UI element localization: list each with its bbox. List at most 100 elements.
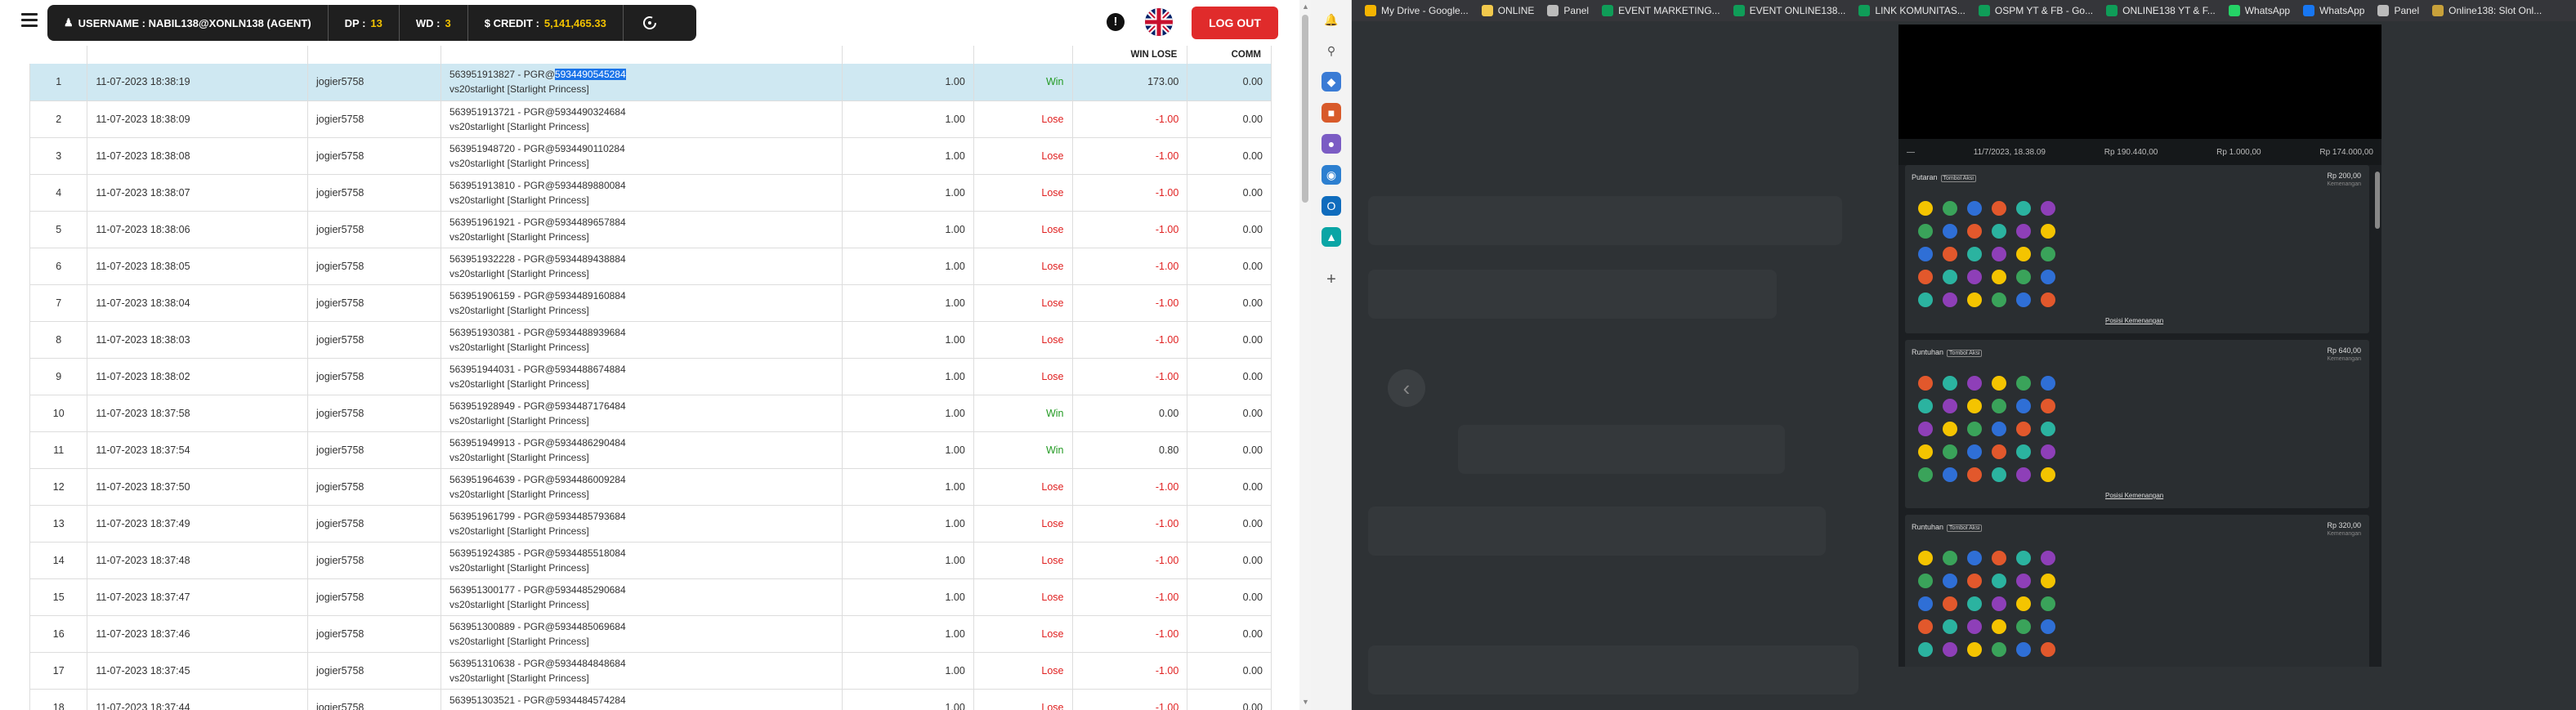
scroll-down-icon[interactable]: ▼	[1302, 698, 1309, 706]
table-row[interactable]: 1 11-07-2023 18:38:19 jogier5758 5639519138…	[29, 64, 1272, 101]
symbol-icon	[1967, 292, 1982, 307]
bell-icon[interactable]: 🔔	[1322, 10, 1341, 29]
bet-id-prefix: 563951906159 - PGR@	[449, 289, 555, 301]
table-row[interactable]: 10 11-07-2023 18:37:58 jogier5758 563951928…	[29, 395, 1272, 432]
table-row[interactable]: 15 11-07-2023 18:37:47 jogier5758 563951300…	[29, 578, 1272, 616]
people-icon[interactable]: ●	[1322, 134, 1341, 154]
win-position-link[interactable]: Posisi Kemenangan	[2105, 317, 2163, 324]
bookmark-item[interactable]: LINK KOMUNITAS...	[1858, 5, 1966, 16]
game-name: vs20starlight [Starlight Princess]	[449, 414, 589, 426]
info-icon[interactable]: !	[1107, 13, 1125, 31]
bookmark-item[interactable]: WhatsApp	[2303, 5, 2364, 16]
table-row[interactable]: 14 11-07-2023 18:37:48 jogier5758 563951924…	[29, 542, 1272, 579]
win-position-link[interactable]: Posisi Kemenangan	[2105, 492, 2163, 499]
commission: 0.00	[1187, 248, 1272, 285]
menu-icon[interactable]	[21, 13, 38, 27]
logout-button[interactable]: LOG OUT	[1192, 7, 1278, 39]
symbol-icon	[1992, 292, 2006, 307]
bookmark-item[interactable]: WhatsApp	[2228, 5, 2291, 16]
bet-id-tail[interactable]: 5934488939684	[555, 327, 626, 338]
bet-id-tail[interactable]: 5934486009284	[555, 474, 626, 485]
bet-id-tail[interactable]: 5934490324684	[555, 106, 626, 118]
symbol-icon	[1918, 574, 1933, 588]
bookmark-item[interactable]: ONLINE	[1481, 5, 1534, 16]
username-cell: jogier5758	[307, 248, 441, 285]
page-scrollbar[interactable]: ▲ ▼	[1299, 0, 1311, 710]
scroll-up-icon[interactable]: ▲	[1302, 2, 1309, 11]
commission: 0.00	[1187, 578, 1272, 616]
symbol-icon	[1967, 619, 1982, 634]
bookmark-item[interactable]: Panel	[1547, 5, 1589, 16]
table-row[interactable]: 12 11-07-2023 18:37:50 jogier5758 563951964…	[29, 468, 1272, 506]
bookmark-item[interactable]: ONLINE138 YT & F...	[2106, 5, 2216, 16]
bet-id-tail[interactable]: 5934489880084	[555, 180, 626, 191]
bet-id-tail[interactable]: 5934489160884	[555, 290, 626, 301]
table-row[interactable]: 17 11-07-2023 18:37:45 jogier5758 563951310…	[29, 652, 1272, 690]
bookmark-item[interactable]: EVENT ONLINE138...	[1733, 5, 1845, 16]
bet-id-tail[interactable]: 5934489438884	[555, 253, 626, 265]
bet-id-tail[interactable]: 5934488674884	[555, 364, 626, 375]
table-row[interactable]: 6 11-07-2023 18:38:05 jogier5758 5639519322…	[29, 248, 1272, 285]
table-row[interactable]: 7 11-07-2023 18:38:04 jogier5758 5639519061…	[29, 284, 1272, 322]
symbol-icon	[2016, 292, 2031, 307]
bookmark-item[interactable]: My Drive - Google...	[1365, 5, 1469, 16]
win-lose-amount: 0.80	[1072, 431, 1188, 469]
bookmark-item[interactable]: EVENT MARKETING...	[1602, 5, 1720, 16]
language-flag-icon[interactable]	[1145, 8, 1173, 36]
table-row[interactable]: 16 11-07-2023 18:37:46 jogier5758 563951300…	[29, 615, 1272, 653]
table-header-row: WIN LOSE COMM	[29, 46, 1272, 64]
chevron-left-icon[interactable]: ‹	[1388, 369, 1425, 407]
table-row[interactable]: 5 11-07-2023 18:38:06 jogier5758 5639519619…	[29, 211, 1272, 248]
win-lose-amount: -1.00	[1072, 248, 1188, 285]
bet-id-tail[interactable]: 5934485069684	[555, 621, 626, 632]
spin-card: Putaran Tombol Aksi Rp 200,00 Kemenangan Pos…	[1905, 165, 2369, 333]
bet-id-tail[interactable]: 5934484848684	[555, 658, 626, 669]
table-row[interactable]: 4 11-07-2023 18:38:07 jogier5758 5639519138…	[29, 174, 1272, 212]
game-name: vs20starlight [Starlight Princess]	[449, 672, 589, 684]
bet-id-tail[interactable]: 5934484574284	[555, 694, 626, 706]
col-user	[307, 46, 441, 64]
scrollbar-thumb[interactable]	[1302, 15, 1308, 203]
bet-id-tail[interactable]: 5934485793684	[555, 511, 626, 522]
bookmark-label: WhatsApp	[2244, 5, 2291, 16]
bet-amount: 1.00	[842, 542, 974, 579]
table-row[interactable]: 8 11-07-2023 18:38:03 jogier5758 5639519303…	[29, 321, 1272, 359]
table-row[interactable]: 3 11-07-2023 18:38:08 jogier5758 5639519487…	[29, 137, 1272, 175]
table-row[interactable]: 18 11-07-2023 18:37:44 jogier5758 563951303…	[29, 689, 1272, 710]
bet-id-tail[interactable]: 5934486290484	[555, 437, 626, 449]
action-tag[interactable]: Tombol Aksi	[1947, 525, 1983, 532]
shopping-icon[interactable]: ▲	[1322, 227, 1341, 247]
bet-result: Lose	[973, 652, 1073, 690]
outlook-icon[interactable]: O	[1322, 196, 1341, 216]
bookmark-item[interactable]: Online138: Slot Onl...	[2432, 5, 2542, 16]
office-icon[interactable]: ◉	[1322, 165, 1341, 185]
bookmark-item[interactable]: Panel	[2377, 5, 2419, 16]
action-tag[interactable]: Tombol Aksi	[1947, 350, 1983, 357]
refresh-button[interactable]	[624, 5, 676, 41]
table-row[interactable]: 2 11-07-2023 18:38:09 jogier5758 5639519137…	[29, 100, 1272, 138]
action-tag[interactable]: Tombol Aksi	[1940, 175, 1976, 182]
bet-detail: 563951300177 - PGR@5934485290684 vs20star…	[441, 578, 843, 616]
panel-scrollbar[interactable]	[2375, 172, 2380, 229]
game-name: vs20starlight [Starlight Princess]	[449, 83, 589, 96]
row-number: 10	[29, 395, 88, 432]
search-icon[interactable]: ⚲	[1322, 41, 1341, 60]
bet-id-tail[interactable]: 5934490545284	[554, 69, 626, 81]
bet-id-tail[interactable]: 5934485290684	[555, 584, 626, 596]
symbol-icon	[1992, 224, 2006, 239]
bet-id-tail[interactable]: 5934490110284	[555, 143, 625, 154]
bet-id-prefix: 563951949913 - PGR@	[449, 436, 555, 449]
bet-id-tail[interactable]: 5934487176484	[555, 400, 626, 412]
symbol-icon	[1943, 444, 1957, 459]
bet-id-tail[interactable]: 5934485518084	[555, 547, 626, 559]
table-row[interactable]: 11 11-07-2023 18:37:54 jogier5758 563951949…	[29, 431, 1272, 469]
bookmark-item[interactable]: OSPM YT & FB - Go...	[1978, 5, 2093, 16]
add-icon[interactable]: +	[1322, 270, 1341, 289]
tag-icon[interactable]: ◆	[1322, 72, 1341, 92]
symbol-icon	[2041, 444, 2055, 459]
table-row[interactable]: 9 11-07-2023 18:38:02 jogier5758 5639519440…	[29, 358, 1272, 395]
bet-id-tail[interactable]: 5934489657884	[555, 217, 626, 228]
table-row[interactable]: 13 11-07-2023 18:37:49 jogier5758 563951961…	[29, 505, 1272, 543]
win-lose-amount: -1.00	[1072, 321, 1188, 359]
toolbox-icon[interactable]: ■	[1322, 103, 1341, 123]
